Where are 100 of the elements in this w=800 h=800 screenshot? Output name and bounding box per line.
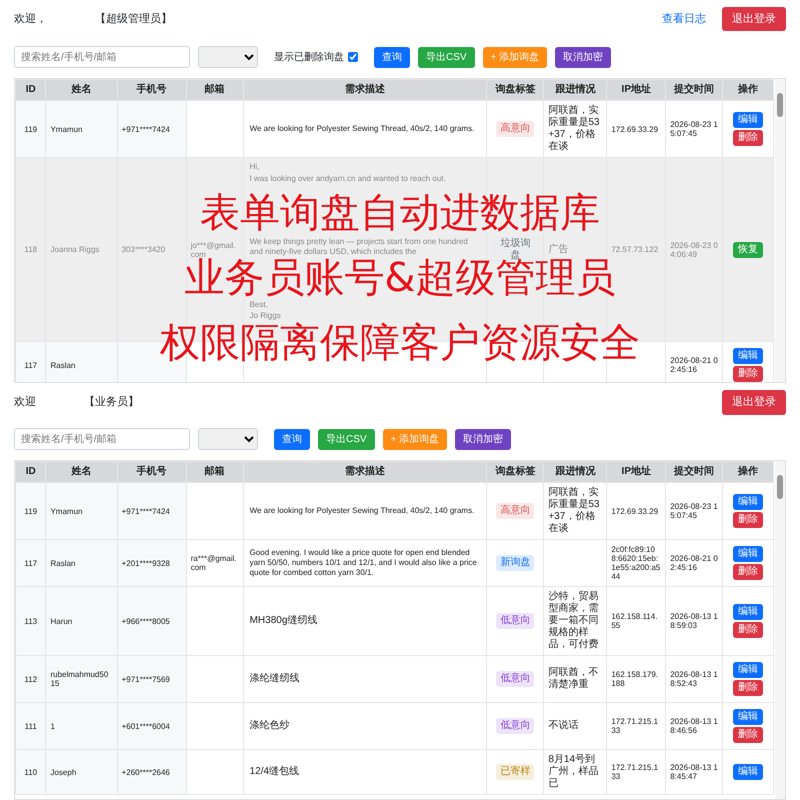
column-header: 操作 [722, 80, 774, 100]
table-cell: +971****7424 [122, 124, 170, 134]
delete-button[interactable]: 删除 [733, 622, 764, 638]
edit-button[interactable]: 编辑 [733, 112, 764, 128]
table-cell: 72.57.73.122 [611, 245, 658, 254]
description-text: 12/4缝包线 [250, 766, 300, 778]
scrollbar[interactable] [775, 79, 785, 382]
table-cell: 不说话 [548, 720, 578, 731]
filter-dropdown[interactable] [198, 46, 258, 68]
table-cell: 2026-08-23 15:07:45 [670, 120, 718, 138]
table-cell: rubelmahmud5015 [50, 670, 108, 688]
table-cell: 2026-08-13 18:46:56 [670, 717, 718, 735]
banner-text: 表单询盘自动进数据库 [200, 193, 600, 233]
column-header: 邮箱 [186, 462, 244, 482]
table-cell: Ymamun [50, 506, 82, 516]
table-cell: 112 [24, 674, 38, 684]
role-label: 【超级管理员】 [95, 12, 172, 27]
delete-button[interactable]: 删除 [733, 512, 764, 528]
column-header: 姓名 [46, 462, 118, 482]
column-header: 需求描述 [243, 80, 487, 100]
table-cell: +966****8005 [122, 616, 170, 626]
table-cell: 117 [24, 360, 38, 370]
column-header: ID [16, 80, 46, 100]
column-header: 询盘标签 [486, 462, 544, 482]
edit-button[interactable]: 编辑 [733, 764, 764, 780]
column-header: 跟进情况 [544, 462, 607, 482]
table-cell: 2026-08-21 02:45:16 [670, 356, 718, 374]
add-button[interactable]: + 添加询盘 [482, 46, 548, 68]
table-cell: 119 [24, 124, 38, 134]
description-text: 涤纶色纱 [250, 720, 291, 732]
column-header: 询盘标签 [486, 80, 544, 100]
filter-dropdown[interactable] [198, 428, 258, 450]
column-header: 操作 [722, 462, 774, 482]
welcome-text: 欢迎 [14, 394, 36, 410]
table-cell: Ymamun [50, 124, 82, 134]
table-cell: 303****3420 [122, 245, 166, 254]
table-cell: 110 [24, 768, 38, 776]
show-deleted-checkbox[interactable] [348, 52, 358, 62]
delete-button[interactable]: 删除 [733, 130, 764, 146]
table-cell: +601****6004 [122, 722, 170, 730]
table-cell: Joseph [50, 768, 76, 776]
restore-button[interactable]: 恢复 [733, 242, 764, 258]
column-header: 跟进情况 [544, 80, 607, 100]
column-header: 邮箱 [186, 80, 244, 100]
table-cell: +201****9328 [122, 558, 170, 568]
edit-button[interactable]: 编辑 [733, 604, 764, 620]
logout-button[interactable]: 退出登录 [722, 390, 786, 415]
table-cell: 2026-08-21 02:45:16 [670, 554, 718, 572]
column-header: 需求描述 [243, 462, 487, 482]
welcome-text: 欢迎， [14, 12, 47, 27]
description-text: Best, [250, 300, 269, 310]
description-text: Good evening. I would like a price quote for open end blended yarn 50/50, numbers 10/1 and 12/1, and I would also like a price quote for combed cotton yarn 30/1. [250, 548, 478, 578]
decrypt-button[interactable]: 取消加密 [455, 428, 512, 450]
export-button[interactable]: 导出CSV [418, 46, 475, 68]
table-cell: 118 [24, 245, 38, 254]
table-cell: 2026-08-13 18:59:03 [670, 612, 718, 630]
column-header: 手机号 [117, 80, 186, 100]
query-button[interactable]: 查询 [374, 46, 410, 68]
delete-button[interactable]: 删除 [733, 366, 764, 382]
table-cell: +971****7569 [122, 674, 170, 684]
table-cell: 172.69.33.29 [611, 506, 658, 516]
decrypt-button[interactable]: 取消加密 [555, 46, 612, 68]
delete-button[interactable]: 删除 [733, 564, 764, 580]
table-cell: 1 [50, 722, 55, 730]
logout-button[interactable]: 退出登录 [722, 6, 786, 32]
scrollbar[interactable] [775, 461, 785, 799]
log-link[interactable]: 查看日志 [662, 10, 706, 28]
table-cell: +971****7424 [122, 506, 170, 516]
status-tag: 高意向 [496, 121, 534, 137]
table-cell: 172.71.215.133 [611, 763, 658, 781]
column-header: 姓名 [46, 80, 118, 100]
table-cell: 阿联酋，实际重量是53+37，价格在谈 [548, 105, 600, 152]
description-text: 涤纶缝纫线 [250, 673, 301, 685]
status-tag: 低意向 [496, 718, 534, 734]
edit-button[interactable]: 编辑 [733, 662, 764, 678]
table-cell: +260****2646 [122, 768, 170, 776]
description-text: Jo Riggs [250, 311, 282, 321]
edit-button[interactable]: 编辑 [733, 546, 764, 562]
search-field[interactable]: 搜索姓名/手机号/邮箱 [14, 428, 190, 450]
description-text: We are looking for Polyester Sewing Thread, 40s/2, 140 grams. [250, 124, 476, 134]
delete-button[interactable]: 删除 [733, 680, 764, 696]
add-button[interactable]: + 添加询盘 [382, 428, 448, 450]
search-field[interactable]: 搜索姓名/手机号/邮箱 [14, 46, 190, 68]
table-cell: 162.158.179.188 [611, 670, 658, 688]
status-tag: 低意向 [496, 671, 534, 687]
query-button[interactable]: 查询 [274, 428, 310, 450]
table-cell: Raslan [50, 558, 76, 568]
column-header: 手机号 [117, 462, 186, 482]
edit-button[interactable]: 编辑 [733, 709, 764, 725]
column-header: 提交时间 [666, 80, 723, 100]
table-cell: 阿联酋，实际重量是53+37，价格在谈 [548, 487, 600, 534]
edit-button[interactable]: 编辑 [733, 494, 764, 510]
export-button[interactable]: 导出CSV [318, 428, 375, 450]
status-tag: 新询盘 [496, 555, 534, 571]
table-cell: 172.69.33.29 [611, 124, 658, 134]
column-header: ID [16, 462, 46, 482]
delete-button[interactable]: 删除 [733, 727, 764, 743]
table-cell: Raslan [50, 360, 76, 370]
column-header: 提交时间 [666, 462, 723, 482]
edit-button[interactable]: 编辑 [733, 348, 764, 364]
